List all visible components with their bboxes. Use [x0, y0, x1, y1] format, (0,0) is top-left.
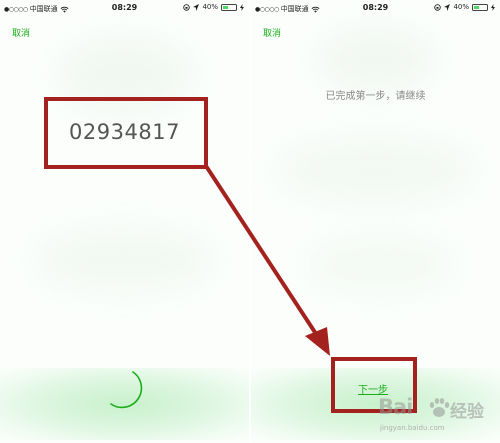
watermark-logo-text: Bai [378, 395, 413, 419]
loading-spinner-icon [110, 371, 143, 409]
status-bar: ●○○○○ 中国联通 08:29 40% [0, 0, 249, 16]
step-complete-message: 已完成第一步，请继续 [325, 91, 426, 102]
battery-percent: 40% [202, 3, 218, 11]
status-bar: ●○○○○ 中国联通 08:29 40% [251, 0, 500, 16]
location-arrow-icon [444, 3, 451, 11]
battery-icon [221, 3, 237, 11]
rotation-lock-icon [183, 3, 191, 11]
baidu-watermark: Bai 经验 jingyan.baidu.com [374, 393, 500, 443]
battery-icon [472, 3, 488, 11]
watermark-url: jingyan.baidu.com [380, 424, 445, 432]
rotation-lock-icon [434, 3, 442, 11]
tutorial-screenshot: ●○○○○ 中国联通 08:29 40% 取消 02934817 ●○○○○ 中… [0, 0, 500, 443]
location-arrow-icon [193, 3, 200, 11]
watermark-chinese-text: 经验 [450, 402, 484, 422]
baidu-paw-icon [429, 398, 450, 417]
cancel-button[interactable]: 取消 [263, 26, 281, 39]
charging-bolt-icon [240, 3, 244, 11]
cancel-button[interactable]: 取消 [12, 26, 30, 39]
code-highlight-box [44, 97, 208, 169]
battery-percent: 40% [453, 3, 469, 11]
left-phone-screen: ●○○○○ 中国联通 08:29 40% 取消 02934817 [0, 0, 249, 443]
charging-bolt-icon [491, 3, 495, 11]
